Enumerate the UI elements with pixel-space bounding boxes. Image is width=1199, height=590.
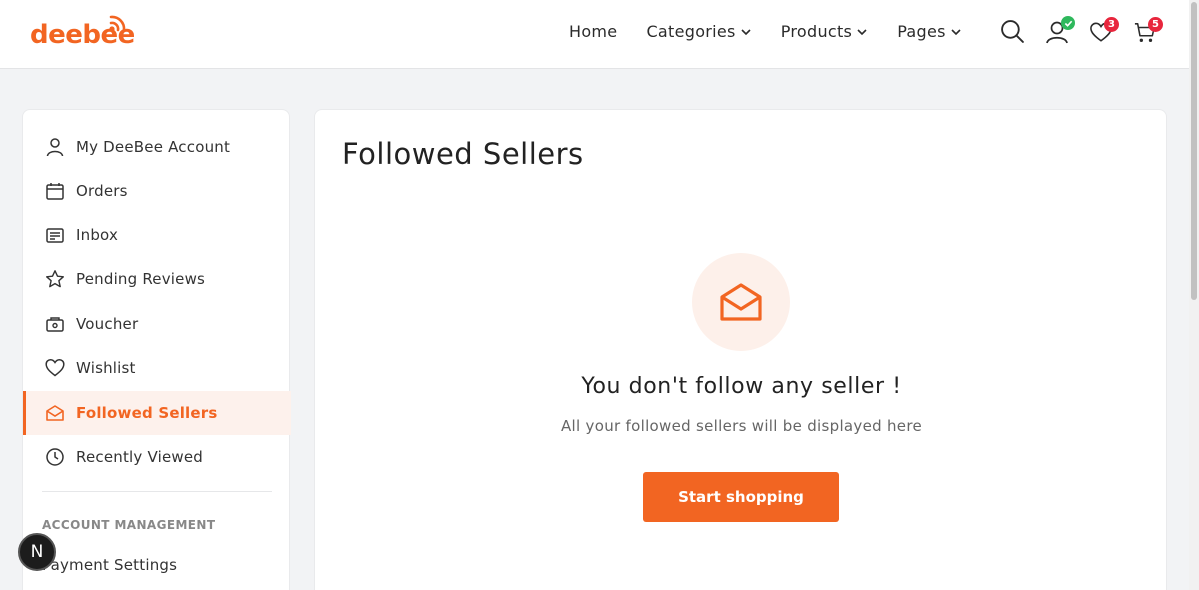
wishlist-button[interactable]: 3	[1090, 17, 1119, 47]
chevron-down-icon	[741, 28, 751, 35]
nav-products-label: Products	[780, 22, 853, 41]
site-header: deebee Home Categories Products Pages 3 …	[0, 0, 1189, 69]
cart-count-badge: 5	[1148, 17, 1163, 32]
check-icon	[1064, 20, 1072, 27]
sidebar-divider	[42, 491, 272, 492]
calendar-icon	[46, 183, 64, 200]
sidebar-item-label: Pending Reviews	[76, 270, 206, 288]
nav-categories[interactable]: Categories	[646, 22, 751, 41]
start-shopping-button[interactable]: Start shopping	[643, 472, 839, 522]
envelope-icon	[720, 283, 762, 321]
inbox-icon	[46, 228, 64, 243]
empty-state-illustration	[692, 253, 790, 351]
clock-icon	[46, 448, 64, 466]
sidebar-item-label: Payment Settings	[42, 556, 178, 574]
empty-state-subtitle: All your followed sellers will be displa…	[560, 417, 922, 435]
sidebar-item-label: My DeeBee Account	[76, 138, 231, 156]
scrollbar-thumb[interactable]	[1191, 2, 1197, 300]
nav-home-label: Home	[569, 22, 618, 41]
sidebar-item-wishlist[interactable]: Wishlist	[23, 346, 291, 390]
envelope-icon	[46, 405, 64, 421]
sidebar-item-pending-reviews[interactable]: Pending Reviews	[23, 257, 291, 301]
voucher-icon	[46, 317, 64, 332]
chevron-down-icon	[951, 28, 961, 35]
sidebar-item-recently-viewed[interactable]: Recently Viewed	[23, 435, 291, 479]
nav-pages[interactable]: Pages	[897, 22, 962, 41]
search-icon	[1001, 20, 1024, 43]
account-management-heading: ACCOUNT MANAGEMENT	[42, 518, 216, 532]
sidebar-item-payment-settings[interactable]: Payment Settings	[23, 543, 291, 587]
sidebar-item-label: Voucher	[76, 315, 139, 333]
sidebar-item-label: Inbox	[76, 226, 119, 244]
page-title: Followed Sellers	[342, 137, 584, 171]
account-button[interactable]	[1045, 16, 1075, 49]
sidebar-item-my-account[interactable]: My DeeBee Account	[23, 125, 291, 169]
wishlist-count-badge: 3	[1104, 17, 1119, 32]
nav-categories-label: Categories	[646, 22, 736, 41]
sidebar-item-label: Wishlist	[76, 359, 136, 377]
empty-state-title: You don't follow any seller !	[581, 374, 902, 399]
floating-n-button[interactable]: N	[18, 533, 56, 571]
sidebar-item-label: Recently Viewed	[76, 448, 203, 466]
heart-icon	[45, 358, 65, 377]
main-nav: Home Categories Products Pages	[569, 22, 991, 41]
page-scrollbar[interactable]	[1189, 0, 1199, 590]
verified-badge	[1061, 16, 1075, 30]
user-icon	[46, 138, 64, 157]
star-icon	[46, 270, 64, 288]
main-panel: Followed Sellers You don't follow any se…	[314, 109, 1167, 590]
sidebar-item-label: Orders	[76, 182, 128, 200]
sidebar-item-followed-sellers[interactable]: Followed Sellers	[23, 391, 291, 435]
sidebar-item-label: Followed Sellers	[76, 404, 218, 422]
search-button[interactable]	[1000, 19, 1025, 48]
account-sidebar: My DeeBee Account Orders Inbox Pending R…	[22, 109, 291, 590]
nav-home[interactable]: Home	[569, 22, 617, 41]
chevron-down-icon	[857, 28, 867, 35]
nav-pages-label: Pages	[897, 22, 946, 41]
nav-products[interactable]: Products	[781, 22, 869, 41]
cart-button[interactable]: 5	[1134, 17, 1163, 48]
sidebar-item-inbox[interactable]: Inbox	[23, 213, 291, 257]
sidebar-item-voucher[interactable]: Voucher	[23, 302, 291, 346]
sidebar-item-orders[interactable]: Orders	[23, 169, 291, 213]
signal-icon	[109, 15, 126, 32]
